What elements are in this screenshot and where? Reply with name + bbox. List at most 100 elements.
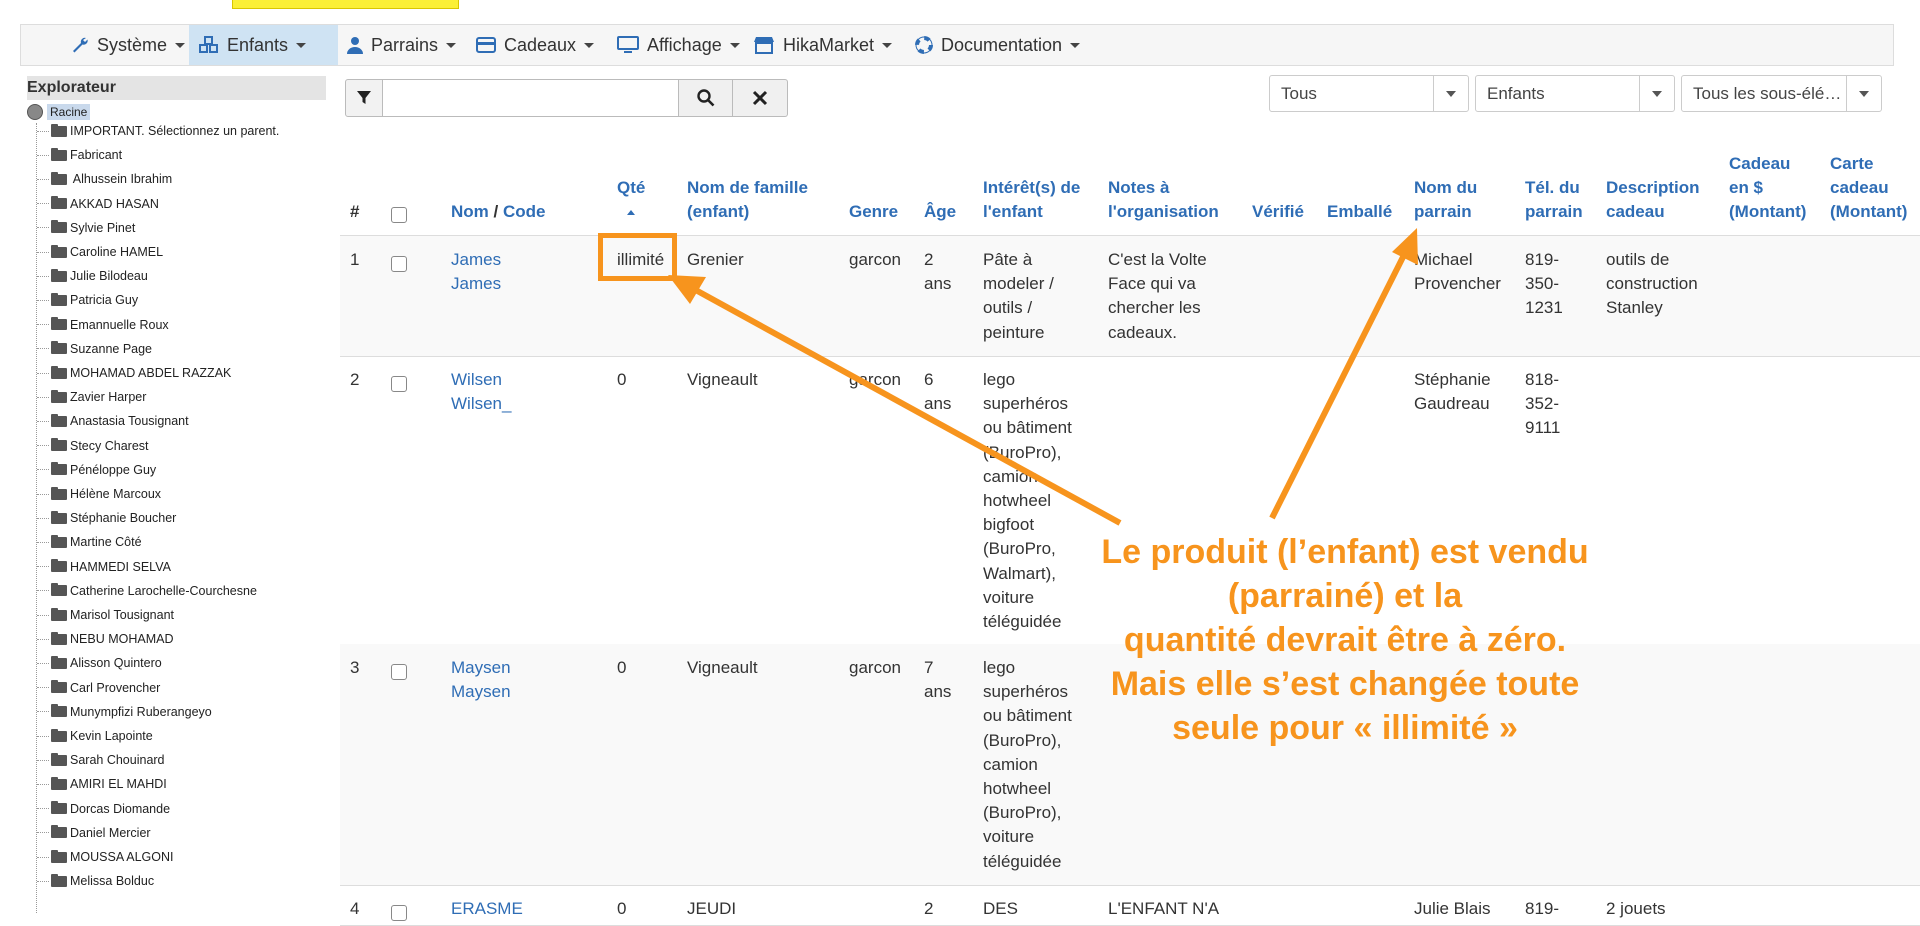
col-header-sponsor[interactable]: Nom du parrain bbox=[1414, 176, 1477, 224]
cell-phone: 1231 bbox=[1525, 298, 1563, 318]
tree-item[interactable]: Carl Provencher bbox=[37, 678, 160, 698]
tree-item[interactable]: Dorcas Diomande bbox=[37, 799, 170, 819]
row-checkbox[interactable] bbox=[391, 664, 407, 680]
cell-name[interactable]: Maysen bbox=[451, 680, 511, 704]
row-checkbox[interactable] bbox=[391, 376, 407, 392]
cell-interests: hotwheel bbox=[983, 779, 1052, 798]
tree-item[interactable]: Anastasia Tousignant bbox=[37, 411, 189, 431]
tree-item[interactable]: Munympfizi Ruberangeyo bbox=[37, 702, 212, 722]
col-header-qty[interactable]: Qté bbox=[617, 176, 645, 224]
tree-item[interactable]: Hélène Marcoux bbox=[37, 484, 161, 504]
tree-item[interactable]: Julie Bilodeau bbox=[37, 266, 148, 286]
user-icon bbox=[347, 36, 363, 54]
sticky-note bbox=[232, 0, 459, 9]
folder-icon bbox=[51, 462, 67, 476]
cell-name[interactable]: Wilsen bbox=[451, 368, 502, 392]
tree-item-label: Melissa Bolduc bbox=[70, 874, 155, 889]
tree-item[interactable]: Alhussein Ibrahim bbox=[37, 169, 172, 189]
tree-item[interactable]: Suzanne Page bbox=[37, 339, 152, 359]
row-checkbox[interactable] bbox=[391, 256, 407, 272]
col-header-wrapped[interactable]: Emballé bbox=[1327, 200, 1392, 224]
cell-desc: construction bbox=[1606, 274, 1698, 294]
folder-icon bbox=[51, 196, 67, 210]
cell-age: ans bbox=[924, 394, 952, 414]
tree-item[interactable]: MOUSSA ALGONI bbox=[37, 847, 174, 867]
sort-name[interactable]: Nom bbox=[451, 202, 489, 221]
menu-systeme[interactable]: Système bbox=[61, 25, 197, 65]
tree-item[interactable]: Pénéloppe Guy bbox=[37, 460, 156, 480]
search-button[interactable] bbox=[678, 79, 733, 117]
col-header-notes[interactable]: Notes à l'organisation bbox=[1108, 176, 1219, 224]
select-value: Enfants bbox=[1487, 83, 1545, 103]
tree-item-label: AMIRI EL MAHDI bbox=[70, 777, 167, 792]
highlight-box bbox=[598, 233, 677, 281]
filter-select-status[interactable]: Tous bbox=[1269, 75, 1469, 112]
tree-item[interactable]: NEBU MOHAMAD bbox=[37, 629, 173, 649]
header-line: (Montant) bbox=[1830, 202, 1908, 221]
tree-item[interactable]: Emannuelle Roux bbox=[37, 315, 169, 335]
col-header-phone[interactable]: Tél. du parrain bbox=[1525, 176, 1583, 224]
tree-item[interactable]: Stéphanie Boucher bbox=[37, 508, 176, 528]
tree-item[interactable]: AMIRI EL MAHDI bbox=[37, 774, 167, 794]
menu-enfants[interactable]: Enfants bbox=[189, 25, 338, 65]
filter-button[interactable] bbox=[345, 79, 383, 117]
filter-select-subelements[interactable]: Tous les sous-élé… bbox=[1681, 75, 1882, 112]
menu-documentation[interactable]: Documentation bbox=[905, 25, 1095, 65]
tree-item[interactable]: MOHAMAD ABDEL RAZZAK bbox=[37, 363, 231, 383]
tree-item[interactable]: Martine Côté bbox=[37, 532, 142, 552]
col-header-interests[interactable]: Intérêt(s) de l'enfant bbox=[983, 176, 1080, 224]
col-header-age[interactable]: Âge bbox=[924, 200, 956, 224]
col-header-desc[interactable]: Description cadeau bbox=[1606, 176, 1700, 224]
tree-item[interactable]: Alisson Quintero bbox=[37, 653, 162, 673]
col-header-gender[interactable]: Genre bbox=[849, 200, 898, 224]
menu-affichage[interactable]: Affichage bbox=[607, 25, 753, 65]
cell-sponsor: Gaudreau bbox=[1414, 394, 1490, 414]
tree-item[interactable]: Daniel Mercier bbox=[37, 823, 151, 843]
cell-name[interactable]: James bbox=[451, 272, 501, 296]
tree-item[interactable]: Patricia Guy bbox=[37, 290, 138, 310]
menu-cadeaux[interactable]: Cadeaux bbox=[466, 25, 614, 65]
tree-item[interactable]: Marisol Tousignant bbox=[37, 605, 174, 625]
tree-item[interactable]: Sylvie Pinet bbox=[37, 218, 135, 238]
col-header-card-amount[interactable]: Carte cadeau (Montant) bbox=[1830, 152, 1907, 224]
tree-root[interactable]: Racine bbox=[27, 101, 91, 123]
cell-family: Vigneault bbox=[687, 370, 758, 389]
header-line: en $ bbox=[1729, 178, 1764, 197]
header-line: (enfant) bbox=[687, 202, 750, 221]
header-line: l'enfant bbox=[983, 202, 1043, 221]
tree-item[interactable]: Catherine Larochelle-Courchesne bbox=[37, 581, 257, 601]
cell-name[interactable]: Wilsen_ bbox=[451, 392, 511, 416]
tree-item[interactable]: Kevin Lapointe bbox=[37, 726, 153, 746]
tree-item[interactable]: AKKAD HASAN bbox=[37, 194, 159, 214]
cell-interests: (BuroPro), bbox=[983, 442, 1062, 462]
tree-item[interactable]: IMPORTANT. Sélectionnez un parent. bbox=[37, 121, 279, 141]
clear-button[interactable] bbox=[733, 79, 788, 117]
cell-interests: (BuroPro, bbox=[983, 539, 1056, 559]
cell-name[interactable]: ERASME bbox=[451, 897, 523, 921]
tree-item-label: Suzanne Page bbox=[70, 341, 153, 356]
filter-select-category[interactable]: Enfants bbox=[1475, 75, 1675, 112]
sort-code[interactable]: Code bbox=[503, 202, 546, 221]
search-input[interactable] bbox=[383, 79, 678, 117]
col-header-verified[interactable]: Vérifié bbox=[1252, 200, 1304, 224]
cell-family: JEUDI bbox=[687, 899, 737, 918]
row-checkbox[interactable] bbox=[391, 905, 407, 921]
tree-item[interactable]: Melissa Bolduc bbox=[37, 871, 154, 891]
col-header-gift-amount[interactable]: Cadeau en $ (Montant) bbox=[1729, 152, 1806, 224]
tree-item[interactable]: Sarah Chouinard bbox=[37, 750, 165, 770]
cell-name[interactable]: Maysen bbox=[451, 656, 511, 680]
cell-phone: 819- bbox=[1525, 899, 1560, 918]
menu-hikamarket[interactable]: HikaMarket bbox=[743, 25, 905, 65]
tree-item[interactable]: Zavier Harper bbox=[37, 387, 146, 407]
tree-item[interactable]: Caroline HAMEL bbox=[37, 242, 163, 262]
tree-item[interactable]: HAMMEDI SELVA bbox=[37, 557, 171, 577]
col-header-family[interactable]: Nom de famille (enfant) bbox=[687, 176, 808, 224]
menu-parrains[interactable]: Parrains bbox=[337, 25, 475, 65]
select-value: Tous les sous-élé… bbox=[1693, 83, 1842, 103]
select-all-checkbox[interactable] bbox=[391, 207, 407, 223]
tree-item[interactable]: Stecy Charest bbox=[37, 436, 149, 456]
cell-notes: chercher les bbox=[1108, 298, 1201, 318]
tree-item[interactable]: Fabricant bbox=[37, 145, 122, 165]
tree-item-label: Dorcas Diomande bbox=[70, 801, 171, 816]
cell-name[interactable]: James bbox=[451, 248, 501, 272]
